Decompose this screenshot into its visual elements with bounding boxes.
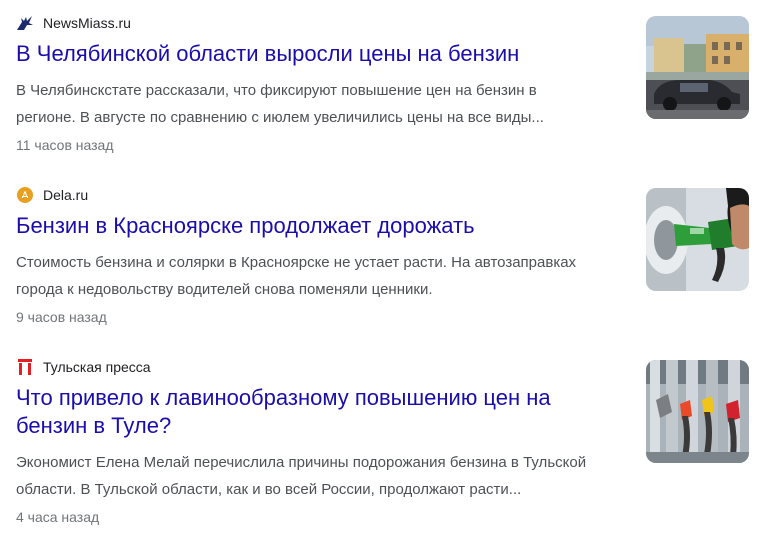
news-feed: NewsMiass.ru В Челябинской области вырос… bbox=[0, 0, 762, 536]
snippet-line: Экономист Елена Мелай перечислила причин… bbox=[16, 454, 587, 471]
dela-logo-icon bbox=[16, 186, 34, 204]
fuel-nozzle-thumbnail[interactable] bbox=[646, 188, 749, 291]
street-with-car-thumbnail[interactable] bbox=[646, 16, 749, 119]
tula-press-logo-icon bbox=[16, 358, 34, 376]
snippet-line: регионе. В августе по сравнению с июлем … bbox=[16, 109, 544, 126]
source-name: NewsMiass.ru bbox=[43, 15, 131, 31]
snippet-line: Стоимость бензина и солярки в Красноярск… bbox=[16, 254, 577, 271]
snippet-line: В Челябинскстате рассказали, что фиксиру… bbox=[16, 82, 537, 99]
news-snippet: Стоимость бензина и солярки в Красноярск… bbox=[16, 249, 626, 303]
source-name: Dela.ru bbox=[43, 187, 89, 203]
news-time: 11 часов назад bbox=[16, 137, 114, 153]
title-line: бензин в Туле? bbox=[16, 413, 172, 438]
title-line: Что привело к лавинообразному повышению … bbox=[16, 385, 551, 410]
news-time: 4 часа назад bbox=[16, 509, 100, 525]
news-snippet: Экономист Елена Мелай перечислила причин… bbox=[16, 449, 626, 503]
news-title-link[interactable]: Бензин в Красноярске продолжает дорожать bbox=[16, 212, 596, 240]
news-source[interactable]: Dela.ru bbox=[16, 185, 88, 205]
news-source[interactable]: NewsMiass.ru bbox=[16, 13, 131, 33]
snippet-line: области. В Тульской области, как и во вс… bbox=[16, 481, 522, 498]
news-title-link[interactable]: Что привело к лавинообразному повышению … bbox=[16, 384, 576, 440]
snippet-line: города к недовольству водителей снова по… bbox=[16, 281, 433, 298]
news-snippet: В Челябинскстате рассказали, что фиксиру… bbox=[16, 77, 626, 131]
source-name: Тульская пресса bbox=[43, 359, 151, 375]
wolf-icon bbox=[16, 14, 34, 32]
news-title-link[interactable]: В Челябинской области выросли цены на бе… bbox=[16, 40, 596, 68]
news-time: 9 часов назад bbox=[16, 309, 107, 325]
fuel-pumps-thumbnail[interactable] bbox=[646, 360, 749, 463]
news-source[interactable]: Тульская пресса bbox=[16, 357, 151, 377]
